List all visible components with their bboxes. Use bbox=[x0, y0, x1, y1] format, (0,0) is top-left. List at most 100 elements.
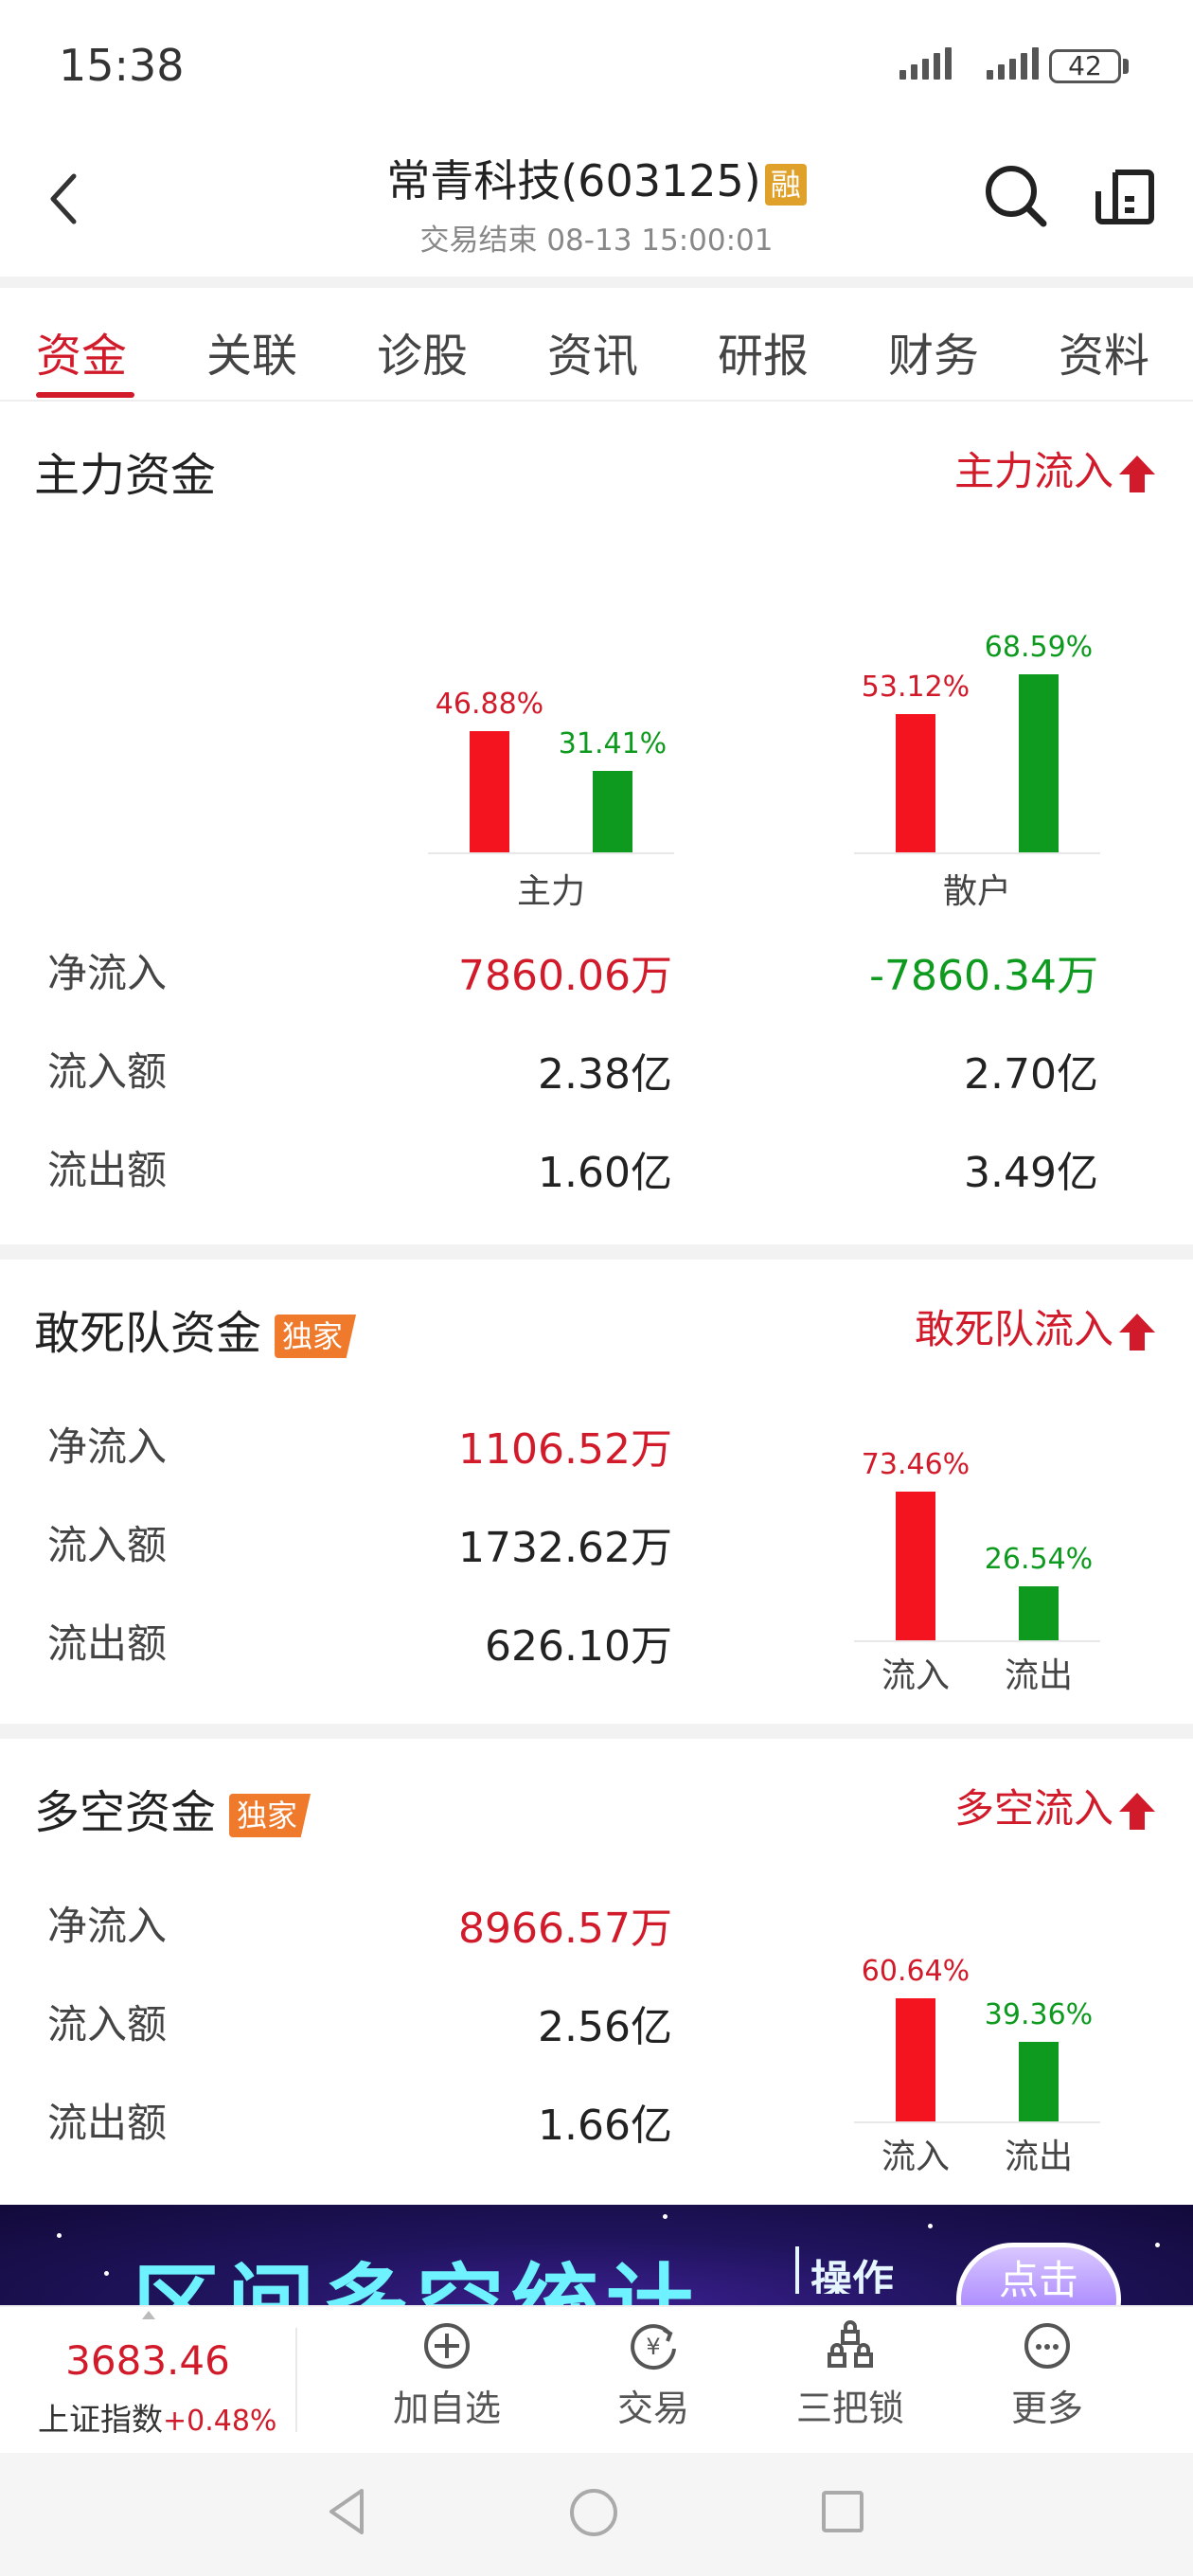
stock-name: 常青科技(603125) bbox=[386, 155, 761, 206]
index-ticker[interactable]: 上证指数+0.48% bbox=[38, 2394, 276, 2440]
main-inflow-amount: 2.38亿 bbox=[538, 1050, 672, 1099]
ls-inflow-label: 流入额 bbox=[47, 2001, 168, 2048]
retail-inflow-amount: 2.70亿 bbox=[964, 1050, 1098, 1099]
dare-funds-status-text: 敢死队流入 bbox=[914, 1306, 1113, 1352]
dare-outflow-pct: 26.54% bbox=[984, 1543, 1094, 1576]
add-watchlist-button[interactable]: 加自选 bbox=[352, 2320, 542, 2431]
section-divider-2 bbox=[0, 1724, 1193, 1739]
index-value[interactable]: 3683.46 bbox=[0, 2337, 295, 2384]
dare-net-inflow: 1106.52万 bbox=[458, 1425, 672, 1474]
dare-inflow-label: 流入额 bbox=[47, 1522, 168, 1568]
dare-chart-baseline bbox=[854, 1640, 1100, 1642]
battery-icon: 42 bbox=[1049, 49, 1121, 83]
retail-inflow-bar bbox=[896, 714, 935, 852]
retail-outflow-bar bbox=[1019, 674, 1059, 852]
main-chart-baseline bbox=[428, 852, 674, 854]
retail-chart-baseline bbox=[854, 852, 1100, 854]
longshort-funds-status: 多空流入 bbox=[954, 1777, 1155, 1834]
ls-inflow-pct: 60.64% bbox=[861, 1955, 970, 1988]
ls-outflow-label-chart: 流出 bbox=[1004, 2138, 1073, 2176]
exclusive-badge: 独家 bbox=[229, 1794, 312, 1837]
main-funds-status: 主力流入 bbox=[954, 439, 1155, 497]
dare-outflow-amount: 626.10万 bbox=[485, 1622, 672, 1671]
trade-button[interactable]: ¥ 交易 bbox=[559, 2320, 748, 2431]
index-up-indicator-icon bbox=[142, 2311, 155, 2319]
ls-outflow-bar bbox=[1019, 2042, 1059, 2121]
search-icon[interactable] bbox=[983, 163, 1049, 229]
dare-funds-title-text: 敢死队资金 bbox=[34, 1307, 262, 1360]
ls-chart-baseline bbox=[854, 2121, 1100, 2123]
signal-icon-sim2 bbox=[987, 47, 1039, 80]
tab-funds[interactable]: 资金 bbox=[36, 318, 127, 385]
ls-inflow-amount: 2.56亿 bbox=[538, 2003, 672, 2051]
ls-outflow-pct: 39.36% bbox=[984, 1998, 1094, 2031]
longshort-funds-status-text: 多空流入 bbox=[953, 1785, 1113, 1832]
retail-outflow-pct: 68.59% bbox=[984, 631, 1094, 664]
tabs-divider bbox=[0, 400, 1193, 402]
tab-news[interactable]: 资讯 bbox=[547, 318, 638, 385]
dare-outflow-label-chart: 流出 bbox=[1004, 1656, 1073, 1695]
add-circle-icon bbox=[421, 2320, 472, 2371]
up-arrow-icon bbox=[1119, 1792, 1155, 1830]
toolbar-separator bbox=[295, 2328, 297, 2432]
tab-diagnosis[interactable]: 诊股 bbox=[377, 318, 468, 385]
main-funds-status-text: 主力流入 bbox=[953, 448, 1113, 494]
retail-group-label: 散户 bbox=[942, 872, 1011, 911]
main-group-label: 主力 bbox=[516, 872, 585, 911]
trade-label: 交易 bbox=[616, 2388, 689, 2429]
ls-net-inflow: 8966.57万 bbox=[458, 1905, 672, 1953]
main-outflow-amount: 1.60亿 bbox=[538, 1149, 672, 1197]
up-arrow-icon bbox=[1119, 1313, 1155, 1351]
retail-outflow-amount: 3.49亿 bbox=[964, 1149, 1098, 1197]
tab-profile[interactable]: 资料 bbox=[1059, 318, 1149, 385]
dare-funds-status: 敢死队流入 bbox=[915, 1297, 1155, 1355]
up-arrow-icon bbox=[1119, 455, 1155, 492]
net-inflow-label: 净流入 bbox=[47, 950, 168, 996]
more-button[interactable]: 更多 bbox=[953, 2320, 1142, 2431]
tab-finance[interactable]: 财务 bbox=[888, 318, 979, 385]
main-outflow-pct: 31.41% bbox=[558, 727, 668, 760]
status-time: 15:38 bbox=[59, 40, 185, 91]
index-change: +0.48% bbox=[163, 2405, 277, 2438]
three-locks-label: 三把锁 bbox=[795, 2388, 904, 2429]
battery-tip bbox=[1123, 59, 1129, 74]
svg-text:¥: ¥ bbox=[646, 2334, 660, 2360]
outflow-amount-label: 流出额 bbox=[47, 1147, 168, 1193]
yen-exchange-icon: ¥ bbox=[628, 2320, 679, 2371]
locks-icon bbox=[825, 2320, 876, 2371]
nav-recents-icon[interactable] bbox=[822, 2491, 864, 2532]
ls-inflow-bar bbox=[896, 1998, 935, 2121]
share-icon[interactable] bbox=[1095, 167, 1155, 227]
nav-home-icon[interactable] bbox=[570, 2489, 617, 2536]
dare-inflow-pct: 73.46% bbox=[861, 1448, 970, 1481]
ls-outflow-amount: 1.66亿 bbox=[538, 2102, 672, 2150]
header-divider bbox=[0, 277, 1193, 288]
more-label: 更多 bbox=[1010, 2388, 1083, 2429]
dare-net-inflow-label: 净流入 bbox=[47, 1423, 168, 1470]
tab-research[interactable]: 研报 bbox=[718, 318, 809, 385]
index-name: 上证指数 bbox=[38, 2401, 163, 2438]
longshort-funds-title: 多空资金 独家 bbox=[34, 1775, 312, 1841]
margin-badge: 融 bbox=[764, 163, 807, 206]
main-inflow-pct: 46.88% bbox=[435, 688, 544, 721]
dare-outflow-label: 流出额 bbox=[47, 1620, 168, 1667]
ls-net-inflow-label: 净流入 bbox=[47, 1903, 168, 1949]
retail-net-inflow: -7860.34万 bbox=[869, 952, 1098, 1000]
ls-outflow-label: 流出额 bbox=[47, 2100, 168, 2146]
signal-icon-sim1 bbox=[899, 47, 952, 80]
main-funds-title: 主力资金 bbox=[34, 449, 217, 502]
tab-related[interactable]: 关联 bbox=[206, 318, 297, 385]
inflow-amount-label: 流入额 bbox=[47, 1048, 168, 1095]
dare-inflow-bar bbox=[896, 1492, 935, 1640]
nav-back-icon[interactable] bbox=[326, 2487, 367, 2536]
main-outflow-bar bbox=[593, 771, 632, 852]
add-watchlist-label: 加自选 bbox=[392, 2388, 501, 2429]
dare-outflow-bar bbox=[1019, 1586, 1059, 1640]
dare-inflow-amount: 1732.62万 bbox=[458, 1524, 672, 1572]
tab-active-indicator bbox=[36, 392, 134, 398]
dare-funds-title: 敢死队资金 独家 bbox=[34, 1296, 357, 1362]
retail-inflow-pct: 53.12% bbox=[861, 671, 970, 704]
main-net-inflow: 7860.06万 bbox=[458, 952, 672, 1000]
three-locks-button[interactable]: 三把锁 bbox=[756, 2320, 945, 2431]
section-divider-1 bbox=[0, 1244, 1193, 1260]
